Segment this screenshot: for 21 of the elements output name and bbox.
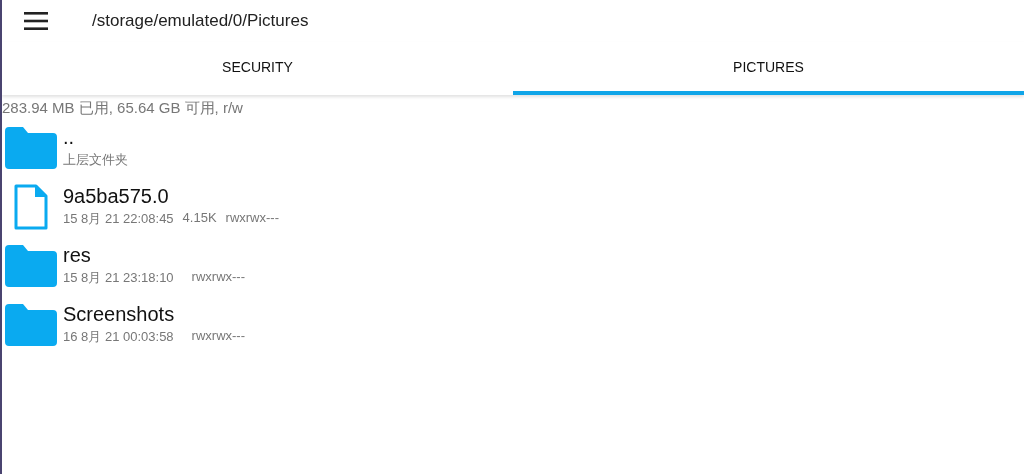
- folder-icon: [5, 244, 57, 287]
- folder-icon: [5, 126, 57, 169]
- file-permissions: rwxrwx---: [225, 210, 279, 227]
- file-date: 15 8月 21 22:08:45: [63, 210, 174, 228]
- file-name[interactable]: Screenshots: [63, 303, 245, 326]
- storage-info: 283.94 MB 已用, 65.64 GB 可用, r/w: [2, 99, 244, 118]
- file-size: 4.15K: [182, 210, 217, 227]
- file-icon: [13, 182, 49, 231]
- file-date: 15 8月 21 23:18:10: [63, 269, 174, 287]
- tab[interactable]: SECURITY: [2, 42, 513, 95]
- file-name[interactable]: res: [63, 244, 245, 267]
- file-date: 16 8月 21 00:03:58: [63, 328, 174, 346]
- path-title: /storage/emulated/0/Pictures: [92, 11, 309, 31]
- file-permissions: rwxrwx---: [191, 328, 245, 345]
- file-name[interactable]: ..: [63, 126, 128, 149]
- file-name[interactable]: 9a5ba575.0: [63, 185, 279, 208]
- folder-icon: [5, 303, 57, 346]
- tab[interactable]: PICTURES: [513, 42, 1024, 95]
- file-permissions: rwxrwx---: [191, 269, 245, 286]
- menu-icon[interactable]: [24, 12, 48, 30]
- file-subtitle: 上层文件夹: [63, 151, 128, 169]
